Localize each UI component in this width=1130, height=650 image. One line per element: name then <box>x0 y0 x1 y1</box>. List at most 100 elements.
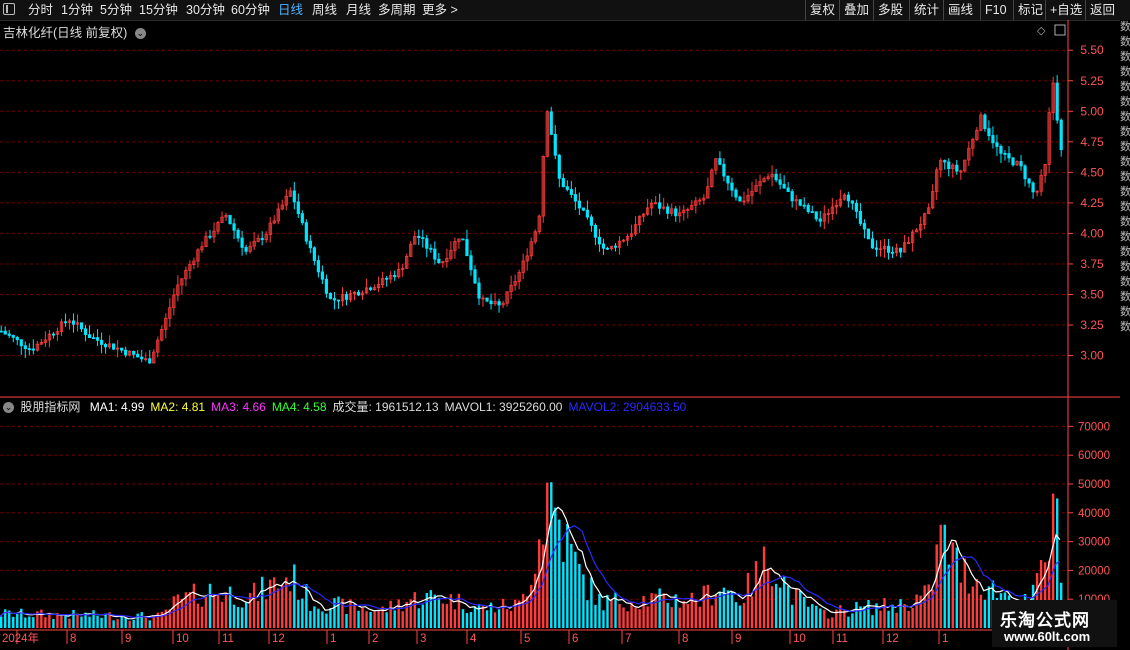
volume-bar <box>562 561 565 628</box>
volume-bar <box>855 602 858 628</box>
volume-bar <box>935 544 938 628</box>
volume-bar <box>851 613 854 628</box>
price-tick-label: 4.25 <box>1080 196 1104 210</box>
volume-bar <box>582 574 585 628</box>
candle-body <box>7 333 11 336</box>
candle-body <box>91 337 96 340</box>
candle-body <box>465 239 469 257</box>
volume-bar <box>236 607 240 628</box>
volume-bar <box>686 603 689 628</box>
candle-body <box>569 189 573 195</box>
date-tick-label: 1 <box>330 633 336 645</box>
volume-bar <box>321 611 324 628</box>
volume-bar <box>766 568 770 628</box>
volume-bar <box>128 620 131 628</box>
volume-bar <box>285 577 288 628</box>
volume-bar <box>361 607 364 628</box>
date-tick-label: 10 <box>793 633 806 645</box>
candle-body <box>51 333 55 336</box>
volume-bar <box>590 577 593 628</box>
candle-body <box>497 301 501 306</box>
candle-body <box>806 204 810 212</box>
candle-body <box>148 358 152 364</box>
volume-bar <box>738 605 742 628</box>
candle-body <box>561 177 565 188</box>
candle-body <box>1059 119 1063 151</box>
candle-body <box>260 237 264 240</box>
volume-bar <box>951 542 954 628</box>
volume-tick-label: 20000 <box>1078 565 1110 577</box>
price-tick-label: 5.50 <box>1080 43 1104 57</box>
chevron-down-icon[interactable]: ⌄ <box>3 402 14 414</box>
volume-bar <box>188 592 192 628</box>
candle-body <box>722 163 726 177</box>
watermark: 乐淘公式网 www.60lt.com <box>992 600 1117 647</box>
candle-body <box>71 320 76 325</box>
candle-body <box>27 348 31 351</box>
date-tick-label: 8 <box>70 633 76 645</box>
candle-body <box>124 349 128 356</box>
volume-bar <box>357 610 360 628</box>
candle-body <box>730 182 734 191</box>
volume-bar <box>48 612 51 628</box>
volume-bar <box>646 606 649 628</box>
indicator-value-2: MA3: 4.66 <box>211 400 266 414</box>
candle-body <box>112 343 116 350</box>
volume-bar <box>301 598 304 628</box>
candle-body <box>433 248 437 260</box>
candle-body <box>549 111 553 135</box>
kline-chart[interactable]: 5.50 5.25 5.00 4.75 4.50 4.25 4.00 3.75 3.50 3.25… <box>0 0 1130 650</box>
right-strip-char: 数 <box>1120 156 1130 168</box>
date-tick-label: 11 <box>222 633 234 645</box>
volume-bar <box>517 600 521 628</box>
volume-bar <box>895 612 898 628</box>
indicator-name[interactable]: 股朋指标网 <box>20 400 80 414</box>
volume-bar <box>770 586 774 628</box>
candle-body <box>718 158 722 165</box>
volume-bar <box>140 612 143 628</box>
date-tick-label: 5 <box>524 633 530 645</box>
volume-bar <box>847 616 850 628</box>
price-tick-label: 3.50 <box>1080 288 1104 302</box>
right-info-strip: 数数数数数数数数数数数数数数数数数数数数数 <box>1120 20 1130 650</box>
right-strip-char: 数 <box>1120 216 1130 228</box>
right-strip-char: 数 <box>1120 96 1130 108</box>
candle-body <box>1031 182 1035 193</box>
volume-bar <box>742 602 746 628</box>
volume-bar <box>68 618 71 628</box>
right-strip-char: 数 <box>1120 201 1130 213</box>
candle-body <box>943 160 947 163</box>
candle-body <box>308 240 312 249</box>
volume-bar <box>405 601 408 628</box>
volume-bar <box>116 619 119 628</box>
volume-bar <box>373 611 376 628</box>
volume-bar <box>758 577 762 628</box>
volume-bar <box>843 610 846 628</box>
volume-bar <box>453 609 457 628</box>
volume-bar <box>96 615 99 628</box>
candle-body <box>292 190 296 203</box>
volume-bar <box>883 598 886 628</box>
indicator-value-3: MA4: 4.58 <box>271 400 327 414</box>
volume-bar <box>666 602 669 628</box>
candle-body <box>0 330 3 333</box>
volume-bar <box>220 601 224 628</box>
candle-body <box>995 142 999 147</box>
volume-bar <box>64 615 67 628</box>
volume-bar <box>967 593 971 628</box>
volume-bar <box>100 617 103 628</box>
candle-body <box>1023 165 1027 180</box>
volume-bar <box>630 602 633 628</box>
candle-body <box>140 356 144 360</box>
volume-bar <box>132 619 135 628</box>
candle-body <box>898 247 903 253</box>
date-tick-label: 8 <box>682 633 688 645</box>
candle-body <box>786 187 790 192</box>
candle-body <box>312 247 316 261</box>
volume-bar <box>204 595 208 628</box>
volume-tick-label: 70000 <box>1078 421 1110 433</box>
volume-bar <box>698 606 702 628</box>
candle-body <box>83 328 88 336</box>
candle-body <box>300 213 304 224</box>
volume-bar <box>782 576 786 628</box>
